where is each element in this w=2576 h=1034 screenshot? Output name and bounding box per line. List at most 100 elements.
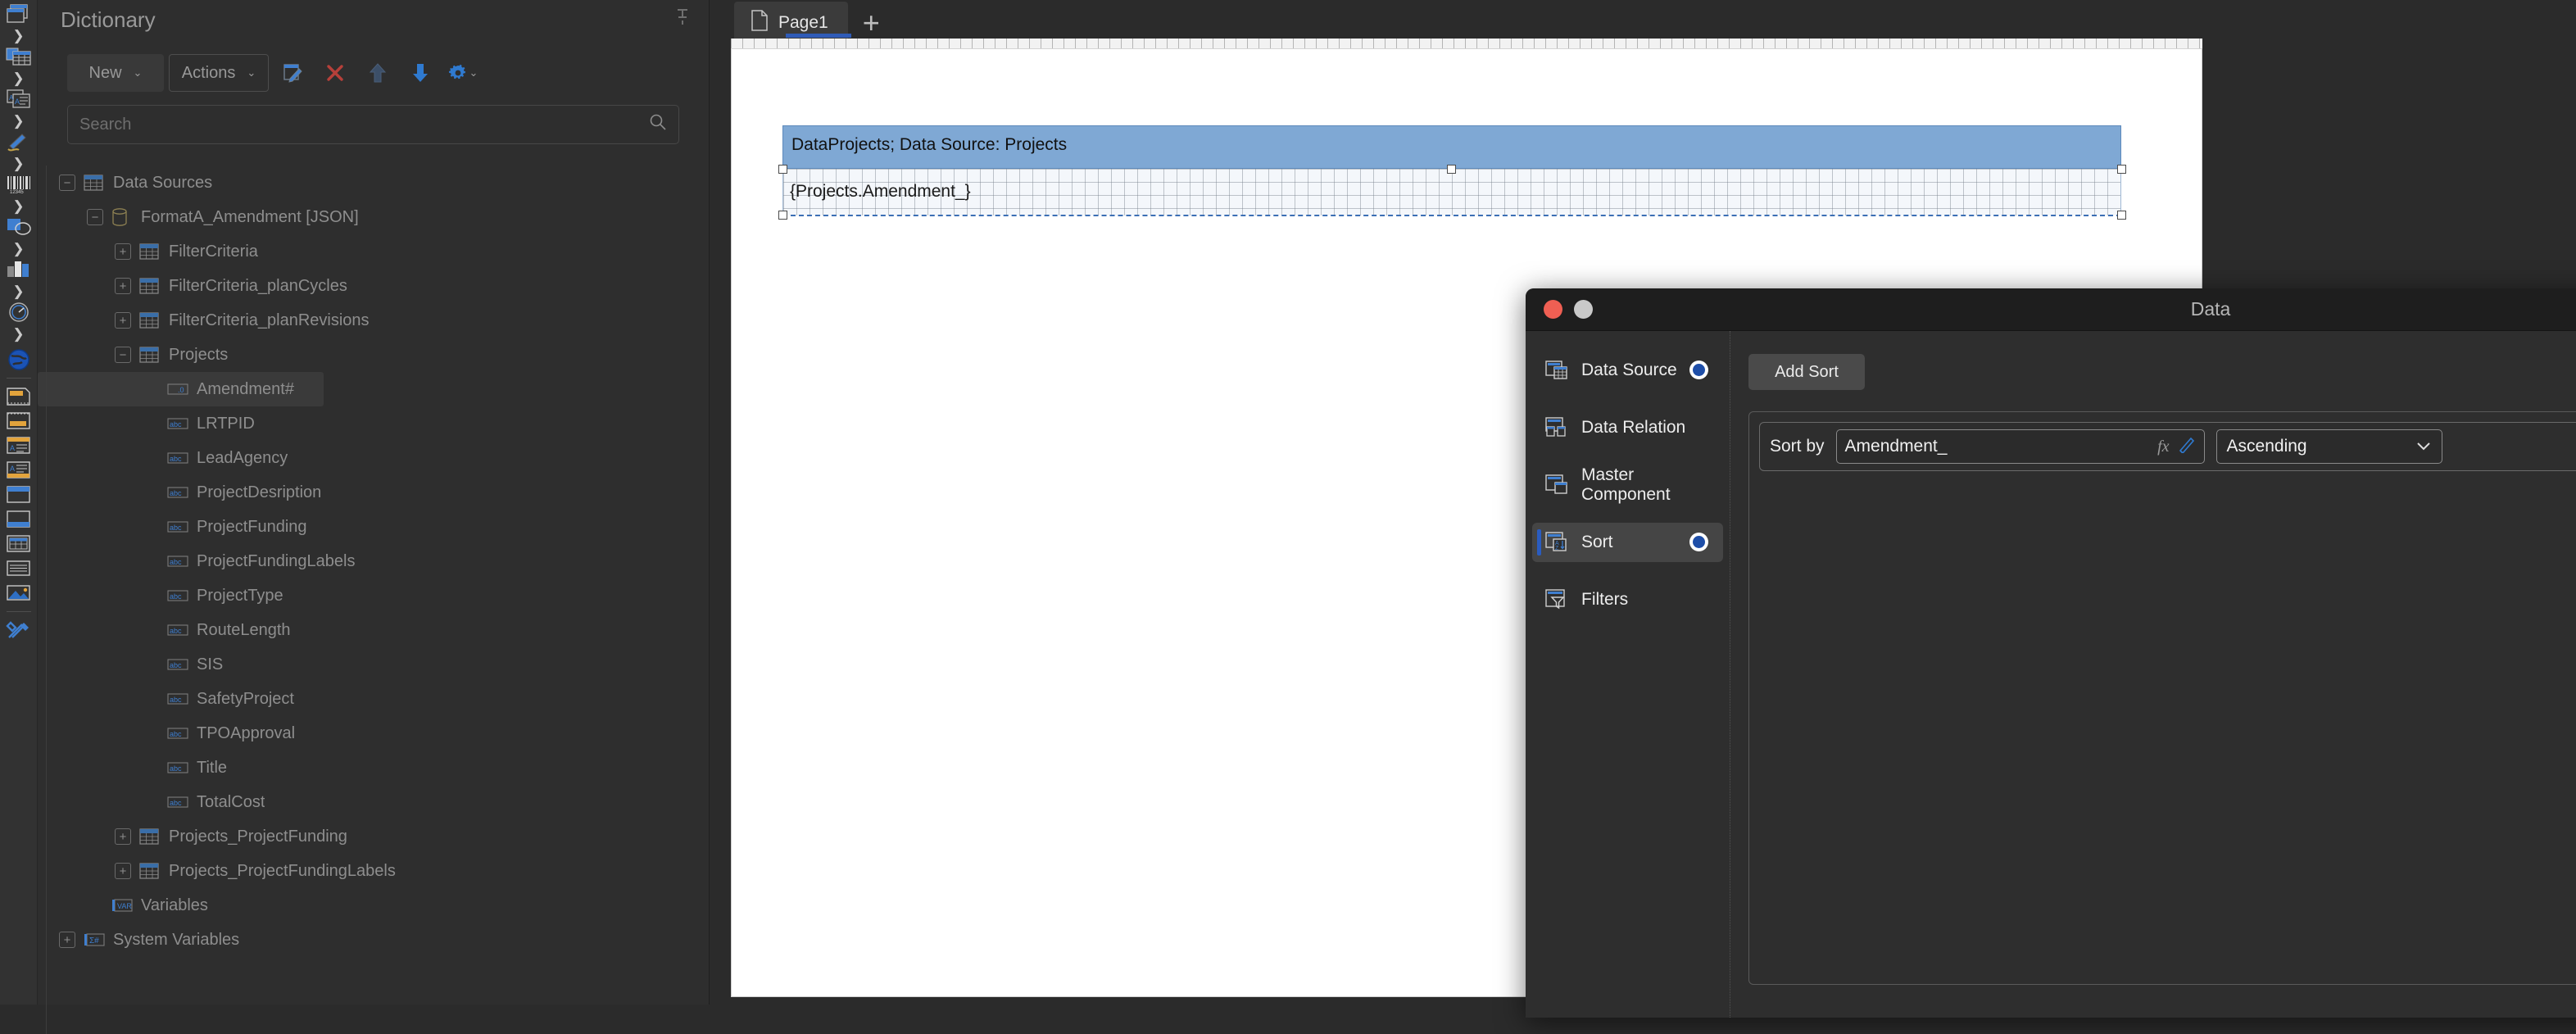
tree-item[interactable]: abc TPOApproval (38, 716, 709, 751)
tree-item[interactable]: abc ProjectFundingLabels (38, 544, 709, 578)
report-title-band-icon[interactable] (2, 384, 35, 409)
tree-item[interactable]: abc LRTPID (38, 406, 709, 441)
tree-item[interactable]: abc ProjectDesription (38, 475, 709, 510)
dialog-nav-list[interactable]: Data Source Data Relation Master Compone… (1526, 331, 1730, 1018)
expand-chevron-icon[interactable]: ❯ (2, 197, 35, 215)
tree-expander-icon[interactable]: + (115, 863, 131, 879)
globe-map-icon[interactable] (2, 347, 35, 372)
report-summary-band-icon[interactable] (2, 409, 35, 433)
tree-item[interactable]: − Data Sources (38, 166, 709, 200)
new-button[interactable]: New ⌄ (67, 54, 164, 92)
tree-expander-icon[interactable]: + (115, 278, 131, 294)
tree-item[interactable]: abc SIS (38, 647, 709, 682)
tree-item[interactable]: + FilterCriteria_planCycles (38, 269, 709, 303)
pencil-draw-icon[interactable] (2, 129, 35, 154)
pencil-icon[interactable] (2178, 435, 2196, 458)
actions-button[interactable]: Actions ⌄ (169, 54, 269, 92)
tree-item[interactable]: abc Title (38, 751, 709, 785)
tree-item[interactable]: abc LeadAgency (38, 441, 709, 475)
text-blocks-icon[interactable]: AA (2, 87, 35, 111)
report-text-component[interactable]: {Projects.Amendment_} (790, 182, 971, 202)
tree-expander-icon[interactable]: + (115, 312, 131, 329)
data-band-icon[interactable] (2, 532, 35, 556)
tree-expander-icon[interactable]: − (59, 175, 75, 191)
barcode-icon[interactable]: 12345 (2, 172, 35, 197)
search-icon[interactable] (649, 113, 667, 136)
expand-chevron-icon[interactable]: ❯ (2, 282, 35, 300)
page-header-band-icon[interactable]: A (2, 433, 35, 458)
tree-item[interactable]: abc ProjectType (38, 578, 709, 613)
search-input[interactable]: Search (67, 105, 679, 144)
tree-item[interactable]: VAR Variables (38, 888, 709, 923)
data-band-body[interactable]: {Projects.Amendment_} (782, 169, 2121, 215)
report-pages-icon[interactable] (2, 2, 35, 26)
tree-item[interactable]: + FilterCriteria (38, 234, 709, 269)
tree-item[interactable]: + FilterCriteria_planRevisions (38, 303, 709, 338)
sort-rules-panel: Sort by Amendment_ fx Ascending (1748, 411, 2576, 985)
data-band-header[interactable]: DataProjects; Data Source: Projects (782, 125, 2121, 169)
group-footer-band-icon[interactable] (2, 507, 35, 532)
resize-handle-top-right[interactable] (2117, 165, 2126, 174)
expand-chevron-icon[interactable]: ❯ (2, 26, 35, 44)
nav-item-filters-label: Filters (1581, 590, 1629, 609)
tree-expander-icon[interactable]: + (115, 243, 131, 260)
tree-item[interactable]: − FormatA_Amendment [JSON] (38, 200, 709, 234)
tree-item[interactable]: abc SafetyProject (38, 682, 709, 716)
nav-item-filters[interactable]: Filters (1532, 580, 1723, 619)
tree-item[interactable]: abc RouteLength (38, 613, 709, 647)
page-footer-band-icon[interactable]: A (2, 458, 35, 483)
resize-handle-bottom-right[interactable] (2117, 211, 2126, 220)
text-lines-icon[interactable] (2, 556, 35, 581)
nav-item-sort[interactable]: AZ Sort (1532, 523, 1723, 562)
expand-chevron-icon[interactable]: ❯ (2, 324, 35, 342)
edit-icon[interactable] (274, 54, 311, 92)
sort-direction-select[interactable]: Ascending (2215, 429, 2442, 464)
resize-handle-top-center[interactable] (1447, 165, 1456, 174)
tree-item[interactable]: abc ProjectFunding (38, 510, 709, 544)
minimize-icon[interactable] (1574, 300, 1593, 319)
delete-x-icon[interactable] (316, 54, 354, 92)
tree-item[interactable]: + Projects_ProjectFunding (38, 819, 709, 854)
tree-item[interactable]: − Projects (38, 338, 709, 372)
close-icon[interactable] (1544, 300, 1562, 319)
add-sort-button[interactable]: Add Sort (1748, 354, 1865, 390)
tree-item[interactable]: + Σ# System Variables (38, 923, 709, 957)
dictionary-tree[interactable]: − Data Sources − FormatA_Amendment [JSON] + F… (38, 166, 709, 1034)
data-table-icon[interactable] (2, 44, 35, 69)
dialog-titlebar[interactable]: Data (1526, 288, 2576, 331)
expand-chevron-icon[interactable]: ❯ (2, 239, 35, 257)
tree-expander-icon[interactable]: + (59, 932, 75, 948)
tree-expander-icon[interactable]: − (115, 347, 131, 363)
nav-item-data-source[interactable]: Data Source (1532, 351, 1723, 390)
tree-item[interactable]: abc TotalCost (38, 785, 709, 819)
tools-icon[interactable] (2, 618, 35, 642)
resize-handle-bottom-left[interactable] (778, 211, 787, 220)
gear-icon[interactable]: ⌄ (444, 54, 482, 92)
radio-selected-indicator[interactable] (1689, 533, 1708, 551)
tree-expander-icon[interactable]: − (87, 209, 103, 225)
nav-item-master-component[interactable]: Master Component (1532, 465, 1723, 505)
expand-chevron-icon[interactable]: ❯ (2, 69, 35, 87)
arrow-up-icon[interactable] (359, 54, 397, 92)
image-icon[interactable] (2, 581, 35, 605)
tree-item[interactable]: .0 Amendment# (38, 372, 324, 406)
sort-field-input[interactable]: Amendment_ fx (1835, 429, 2205, 464)
expand-chevron-icon[interactable]: ❯ (2, 111, 35, 129)
data-dialog[interactable]: Data Data Source Data Relation Master Co… (1526, 288, 2576, 1018)
arrow-down-icon[interactable] (401, 54, 439, 92)
gauge-icon[interactable] (2, 300, 35, 324)
nav-item-data-relation[interactable]: Data Relation (1532, 408, 1723, 447)
chart-icon[interactable] (2, 257, 35, 282)
fx-icon[interactable]: fx (2157, 438, 2169, 456)
radio-selected-indicator[interactable] (1689, 361, 1708, 379)
group-header-band-icon[interactable] (2, 483, 35, 507)
tree-expander-icon[interactable]: + (115, 828, 131, 845)
sort-rule-row[interactable]: Sort by Amendment_ fx Ascending (1759, 422, 2576, 471)
number-field-icon: .0 (167, 380, 188, 398)
resize-handle-top-left[interactable] (778, 165, 787, 174)
add-page-button[interactable]: + (863, 8, 880, 38)
expand-chevron-icon[interactable]: ❯ (2, 154, 35, 172)
pin-icon[interactable] (674, 8, 691, 31)
tree-item[interactable]: + Projects_ProjectFundingLabels (38, 854, 709, 888)
shapes-icon[interactable] (2, 215, 35, 239)
